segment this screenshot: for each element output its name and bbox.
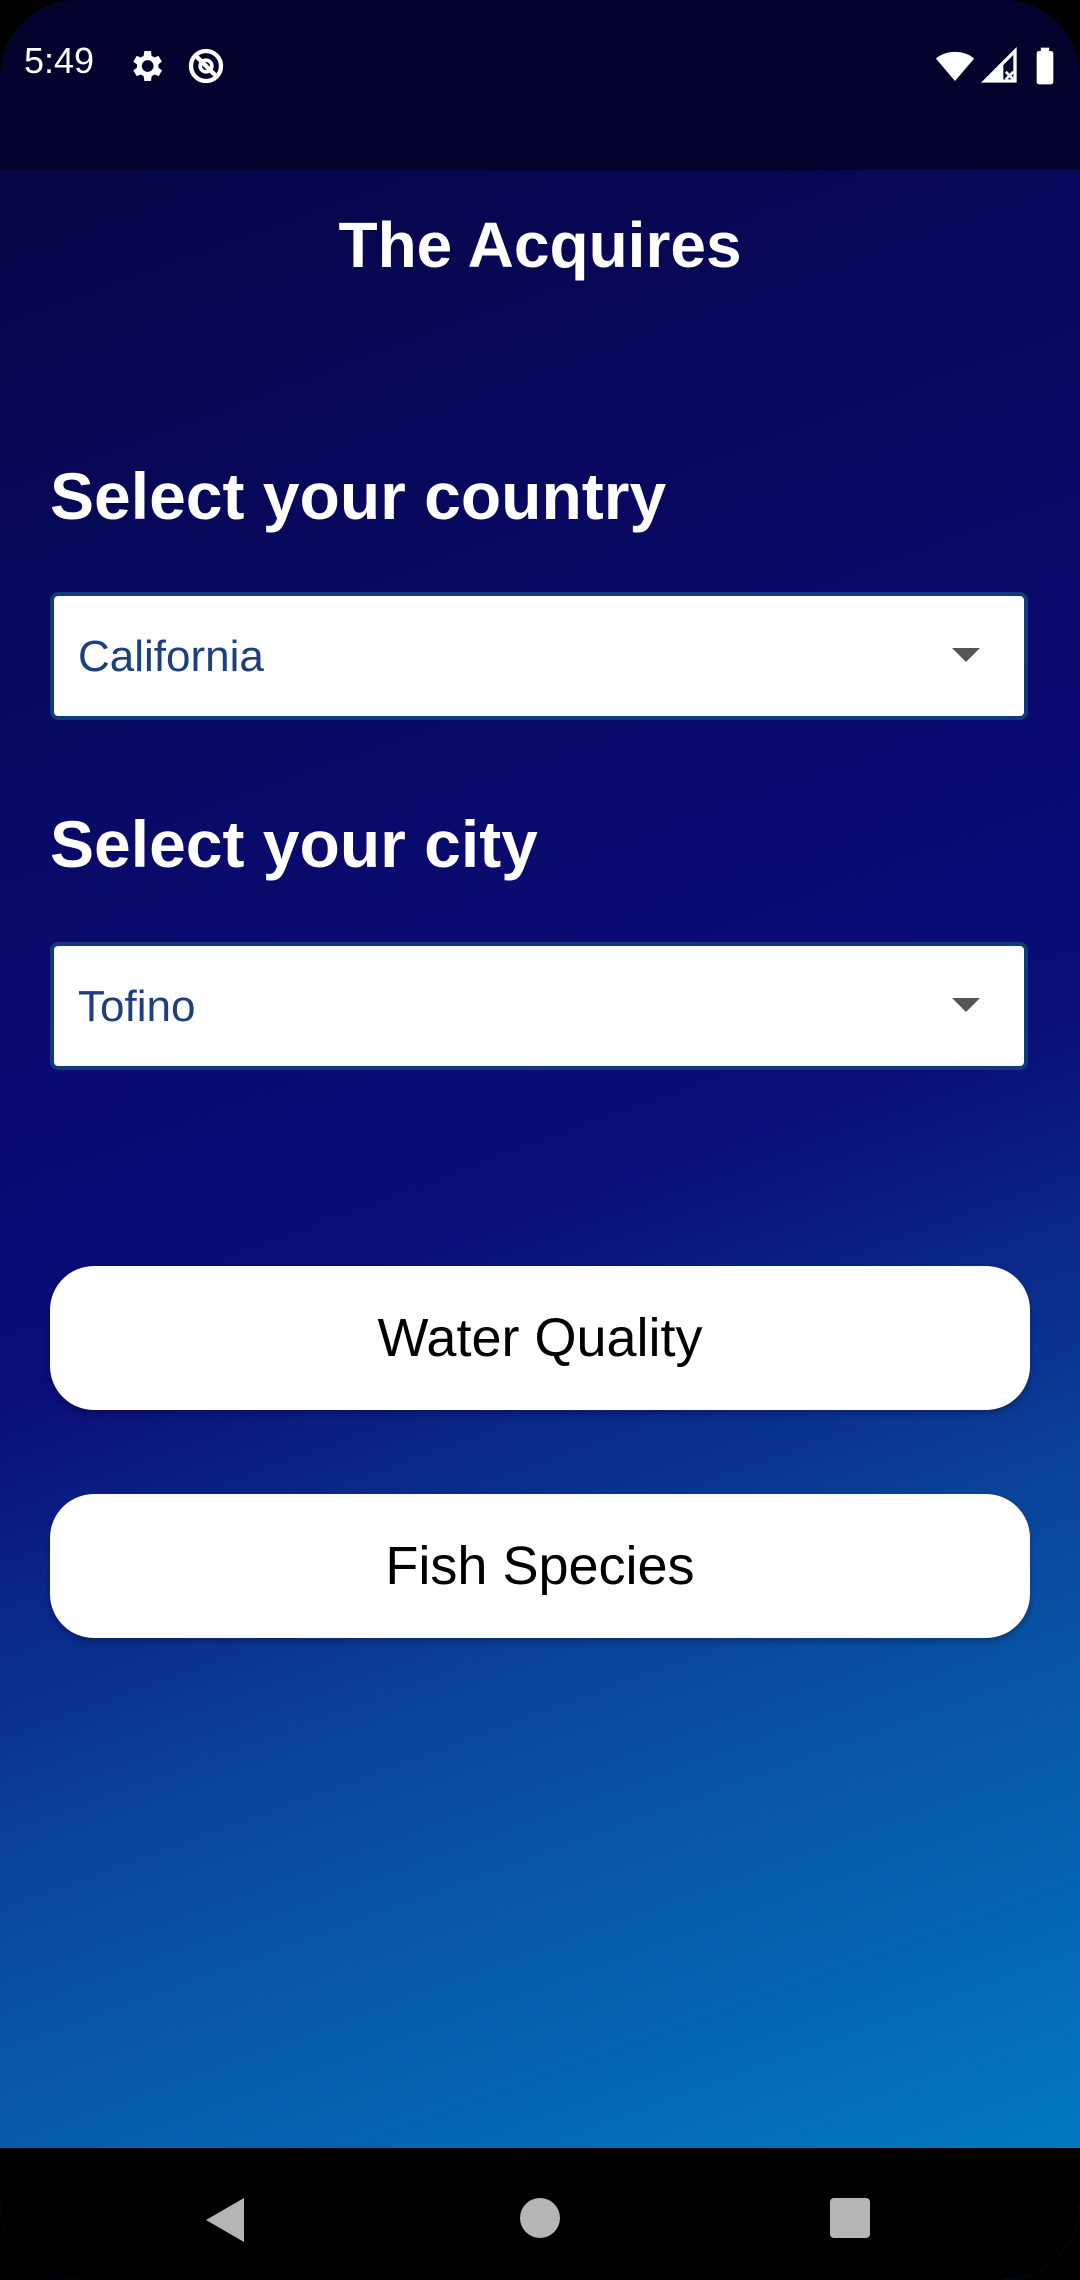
status-bar: 5:49 [0,0,1080,170]
city-label: Select your city [50,807,538,881]
country-dropdown[interactable]: California [50,592,1028,720]
battery-icon [1036,47,1054,85]
water-quality-button[interactable]: Water Quality [50,1266,1030,1410]
wifi-icon [935,51,975,81]
signal-icon [980,46,1017,83]
fish-species-button[interactable]: Fish Species [50,1494,1030,1638]
country-selected-value: California [78,632,264,681]
chevron-down-icon [952,998,980,1012]
status-time: 5:49 [24,40,95,81]
navigation-bar [0,2148,1080,2280]
home-icon[interactable] [518,2196,562,2240]
no-sync-icon [188,48,224,84]
city-selected-value: Tofino [78,982,196,1031]
recents-icon[interactable] [828,2196,872,2240]
chevron-down-icon [952,648,980,662]
country-label: Select your country [50,459,667,533]
city-dropdown[interactable]: Tofino [50,942,1028,1070]
app-screen: 5:49 The Acquires Select your country Ca… [0,0,1080,2280]
settings-icon [133,51,162,81]
page-title: The Acquires [338,209,742,281]
back-icon[interactable] [204,2196,248,2244]
